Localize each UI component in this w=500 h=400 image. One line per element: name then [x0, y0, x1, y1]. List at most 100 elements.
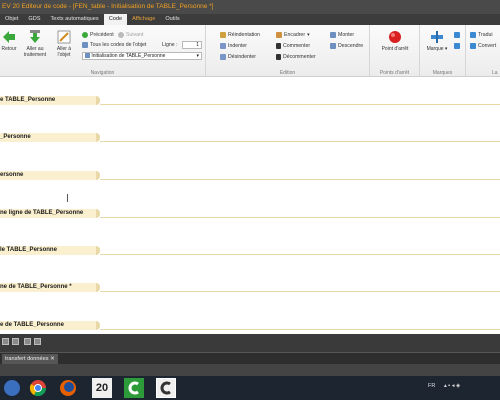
- section-title: le TABLE_Personne: [0, 247, 57, 253]
- monter-label: Monter: [338, 32, 355, 38]
- reindentation-button[interactable]: Réindentation: [220, 31, 260, 39]
- convert-icon: [470, 43, 476, 49]
- outdent-icon: [220, 54, 226, 60]
- decommenter-label: Décommenter: [283, 54, 316, 60]
- code-section-header[interactable]: ersonne: [0, 171, 100, 180]
- code-section-header[interactable]: _Personne: [0, 133, 100, 142]
- code-editor[interactable]: e TABLE_Personne _Personne ersonne ne li…: [0, 78, 500, 334]
- chrome-icon[interactable]: [28, 378, 48, 398]
- code-section-header[interactable]: e TABLE_Personne: [0, 96, 100, 105]
- ligne-input[interactable]: 1: [182, 41, 202, 49]
- object-icon: [57, 30, 71, 44]
- encadrer-label: Encadrer: [284, 32, 306, 38]
- chevron-down-icon: ▾: [196, 53, 199, 59]
- aller-au-traitement-button[interactable]: Aller au traitement: [22, 30, 48, 58]
- marque-extra-button-2[interactable]: [454, 42, 460, 50]
- code-section-header[interactable]: ne de TABLE_Personne *: [0, 283, 100, 292]
- code-section-header[interactable]: ne ligne de TABLE_Personne: [0, 209, 100, 218]
- retour-label: Retour: [1, 46, 17, 52]
- precedent-button[interactable]: Précédent: [82, 31, 114, 39]
- section-divider: [100, 329, 500, 330]
- document-tabs: transfert données ✕: [0, 352, 500, 364]
- encadrer-button[interactable]: Encadrer ▾: [276, 31, 310, 39]
- convertir-label: Convert: [478, 43, 497, 49]
- marque-extra-button-1[interactable]: [454, 31, 460, 39]
- chevron-down-icon: ▾: [444, 46, 448, 52]
- tab-code[interactable]: Code: [103, 14, 128, 25]
- initialisation-combo-label: Initialisation de TABLE_Personne: [91, 53, 166, 59]
- code-list-icon: [82, 42, 88, 48]
- monter-button[interactable]: Monter: [330, 31, 354, 39]
- langue-group-label: La: [492, 70, 498, 76]
- retour-button[interactable]: Retour: [0, 30, 20, 52]
- section-title: ne ligne de TABLE_Personne: [0, 210, 84, 216]
- breakpoint-icon: [388, 30, 402, 44]
- point-arret-label: Point d'arrêt: [381, 46, 409, 52]
- indenter-label: Indenter: [228, 43, 248, 49]
- ribbon-tabs: Objet GDS Texts automatiques Code Affich…: [0, 14, 500, 25]
- aller-a-objet-button[interactable]: Aller à l'objet: [52, 30, 76, 58]
- indent-icon: [220, 43, 226, 49]
- tab-affichage[interactable]: Affichage: [127, 14, 160, 25]
- bookmark-clear-icon: [454, 43, 460, 49]
- tab-objet[interactable]: Objet: [0, 14, 23, 25]
- ligne-label: Ligne :: [162, 42, 178, 48]
- document-tab-transfert[interactable]: transfert données ✕: [2, 354, 58, 364]
- section-title: ne de TABLE_Personne *: [0, 284, 72, 290]
- precedent-label: Précédent: [90, 32, 114, 38]
- desindenter-label: Désindenter: [228, 54, 256, 60]
- ribbon: Retour Aller au traitement Aller à l'obj…: [0, 25, 500, 77]
- start-button[interactable]: [2, 378, 22, 398]
- bottom-panel-bar: [0, 334, 500, 352]
- move-down-icon: [330, 43, 336, 49]
- panel-icon[interactable]: [34, 338, 41, 345]
- convertir-button[interactable]: Convert: [470, 42, 496, 50]
- chevron-down-icon: ▾: [307, 32, 310, 38]
- language-indicator[interactable]: FR: [428, 383, 435, 389]
- points-arret-group: Point d'arrêt Points d'arrêt: [370, 25, 420, 77]
- firefox-icon[interactable]: [58, 378, 78, 398]
- navigation-group: Retour Aller au traitement Aller à l'obj…: [0, 25, 206, 77]
- back-arrow-icon: [2, 30, 16, 44]
- event-icon: [85, 53, 90, 59]
- status-strip: [0, 364, 500, 376]
- frame-icon: [276, 32, 282, 38]
- initialisation-combo[interactable]: Initialisation de TABLE_Personne ▾: [82, 52, 202, 60]
- marque-label: Marque: [426, 46, 444, 52]
- commenter-button[interactable]: Commenter: [276, 42, 310, 50]
- indenter-button[interactable]: Indenter: [220, 42, 247, 50]
- text-cursor: [67, 194, 68, 202]
- descendre-button[interactable]: Descendre: [330, 42, 363, 50]
- bookmark-nav-icon: [454, 32, 460, 38]
- windev-20-icon[interactable]: 20: [92, 378, 112, 398]
- reindent-icon: [220, 32, 226, 38]
- marque-button[interactable]: Marque ▾: [422, 30, 452, 52]
- tous-les-codes-button[interactable]: Tous les codes de l'objet: [82, 41, 146, 49]
- section-divider: [100, 291, 500, 292]
- section-title: ersonne: [0, 172, 24, 178]
- section-divider: [100, 179, 500, 180]
- app-c-active-icon[interactable]: [156, 378, 176, 398]
- next-icon: [118, 32, 124, 38]
- point-arret-button[interactable]: Point d'arrêt: [374, 30, 416, 52]
- app-c-icon[interactable]: [124, 378, 144, 398]
- marques-group-label: Marques: [432, 70, 453, 76]
- system-tray-icons[interactable]: ▴ ▪ ◂ ◈: [444, 383, 460, 389]
- code-section-header[interactable]: le TABLE_Personne: [0, 246, 100, 255]
- panel-icon[interactable]: [2, 338, 9, 345]
- code-section-header[interactable]: e de TABLE_Personne: [0, 321, 100, 330]
- panel-icon[interactable]: [12, 338, 19, 345]
- tab-gds[interactable]: GDS: [23, 14, 45, 25]
- tab-outils[interactable]: Outils: [160, 14, 184, 25]
- panel-icon[interactable]: [24, 338, 31, 345]
- decommenter-button[interactable]: Décommenter: [276, 53, 316, 61]
- down-arrow-icon: [28, 30, 42, 44]
- tab-texts-automatiques[interactable]: Texts automatiques: [46, 14, 104, 25]
- previous-icon: [82, 32, 88, 38]
- desindenter-button[interactable]: Désindenter: [220, 53, 256, 61]
- suivant-button[interactable]: Suivant: [118, 31, 143, 39]
- traduire-button[interactable]: Tradui: [470, 31, 493, 39]
- marques-group: Marque ▾ Marques: [420, 25, 466, 77]
- tous-les-codes-label: Tous les codes de l'objet: [90, 42, 147, 48]
- aller-au-label-2: traitement: [23, 52, 47, 58]
